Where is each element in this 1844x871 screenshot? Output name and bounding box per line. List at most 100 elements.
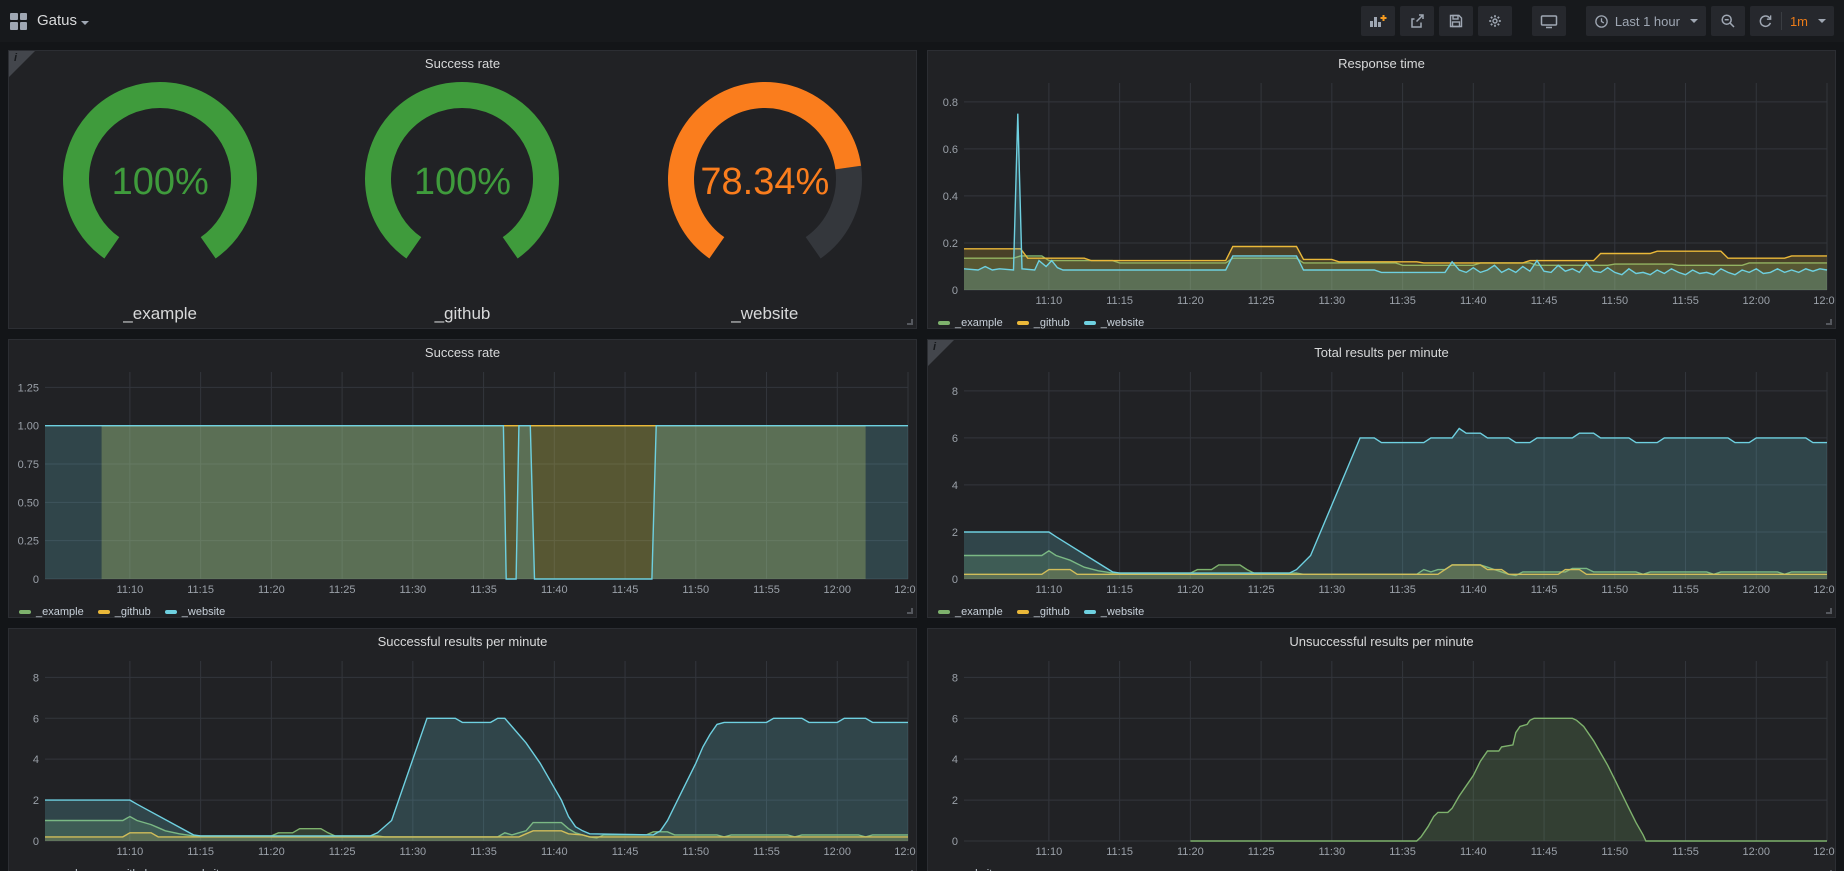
svg-text:12:00: 12:00 bbox=[823, 846, 851, 858]
svg-text:1.00: 1.00 bbox=[18, 421, 39, 433]
gear-icon bbox=[1487, 13, 1503, 29]
svg-text:0: 0 bbox=[33, 836, 39, 848]
legend-item[interactable]: _website bbox=[1084, 317, 1144, 329]
info-icon[interactable]: i bbox=[14, 52, 17, 64]
svg-text:12:00: 12:00 bbox=[1742, 584, 1770, 596]
legend-item[interactable]: _website bbox=[165, 606, 225, 618]
panel-title[interactable]: Successful results per minute bbox=[9, 629, 916, 653]
info-icon[interactable]: i bbox=[933, 341, 936, 353]
legend-item[interactable]: _example bbox=[19, 606, 84, 618]
clock-icon bbox=[1594, 14, 1609, 29]
svg-text:11:20: 11:20 bbox=[1177, 584, 1204, 596]
svg-text:4: 4 bbox=[33, 754, 39, 766]
svg-text:11:20: 11:20 bbox=[1177, 846, 1204, 858]
svg-text:11:45: 11:45 bbox=[1531, 295, 1558, 307]
save-icon bbox=[1448, 13, 1464, 29]
svg-text:0: 0 bbox=[33, 574, 39, 586]
svg-text:11:55: 11:55 bbox=[1672, 295, 1699, 307]
svg-text:12:05: 12:05 bbox=[1813, 295, 1835, 307]
svg-text:12:05: 12:05 bbox=[1813, 846, 1835, 858]
svg-text:11:35: 11:35 bbox=[1389, 584, 1416, 596]
svg-text:11:55: 11:55 bbox=[753, 584, 780, 596]
panel-title[interactable]: Success rate bbox=[9, 51, 916, 75]
svg-text:11:10: 11:10 bbox=[1036, 584, 1063, 596]
svg-text:11:50: 11:50 bbox=[682, 846, 709, 858]
svg-text:2: 2 bbox=[33, 795, 39, 807]
add-panel-button[interactable] bbox=[1361, 6, 1395, 36]
svg-text:11:35: 11:35 bbox=[470, 846, 497, 858]
svg-text:11:30: 11:30 bbox=[399, 584, 426, 596]
add-panel-icon bbox=[1369, 13, 1387, 29]
svg-text:0.6: 0.6 bbox=[943, 144, 958, 156]
svg-text:11:35: 11:35 bbox=[1389, 846, 1416, 858]
panel-title[interactable]: Unsuccessful results per minute bbox=[928, 629, 1835, 653]
chart-legend: _example _github _website bbox=[928, 313, 1835, 333]
success-rate-chart[interactable]: 11:1011:1511:2011:2511:3011:3511:4011:45… bbox=[9, 364, 916, 602]
refresh-icon bbox=[1758, 14, 1773, 29]
gauge-github: 100% _github bbox=[311, 75, 613, 328]
svg-text:11:30: 11:30 bbox=[1318, 846, 1345, 858]
unsuccessful-results-chart[interactable]: 11:1011:1511:2011:2511:3011:3511:4011:45… bbox=[928, 653, 1835, 864]
legend-swatch bbox=[938, 610, 950, 614]
legend-item[interactable]: _example bbox=[938, 606, 1003, 618]
svg-text:11:50: 11:50 bbox=[1601, 846, 1628, 858]
legend-swatch bbox=[1017, 610, 1029, 614]
legend-item[interactable]: _example bbox=[938, 317, 1003, 329]
save-button[interactable] bbox=[1439, 6, 1473, 36]
zoom-out-button[interactable] bbox=[1711, 6, 1745, 36]
zoom-out-icon bbox=[1720, 13, 1736, 29]
panel-resize-handle[interactable] bbox=[1826, 319, 1832, 325]
legend-swatch bbox=[1017, 321, 1029, 325]
gauge-website: 78.34% _website bbox=[614, 75, 916, 328]
navbar: Gatus bbox=[0, 0, 1844, 42]
chevron-down-icon bbox=[1818, 19, 1826, 23]
panel-info-corner[interactable] bbox=[9, 51, 35, 77]
svg-text:11:15: 11:15 bbox=[187, 584, 214, 596]
response-time-chart[interactable]: 11:1011:1511:2011:2511:3011:3511:4011:45… bbox=[928, 75, 1835, 313]
time-range-button[interactable]: Last 1 hour bbox=[1586, 6, 1706, 36]
svg-text:6: 6 bbox=[952, 433, 958, 445]
svg-text:11:25: 11:25 bbox=[1248, 295, 1275, 307]
panel-success-rate-gauges: i Success rate 100% _example 100% _githu… bbox=[8, 50, 917, 329]
legend-item[interactable]: _github bbox=[1017, 606, 1070, 618]
legend-item[interactable]: _website bbox=[1084, 606, 1144, 618]
successful-results-chart[interactable]: 11:1011:1511:2011:2511:3011:3511:4011:45… bbox=[9, 653, 916, 864]
panel-resize-handle[interactable] bbox=[1826, 608, 1832, 614]
svg-text:12:00: 12:00 bbox=[1742, 846, 1770, 858]
cycle-view-button[interactable] bbox=[1532, 6, 1566, 36]
total-results-chart[interactable]: 11:1011:1511:2011:2511:3011:3511:4011:45… bbox=[928, 364, 1835, 602]
apps-grid-icon[interactable] bbox=[10, 13, 27, 30]
panel-title[interactable]: Total results per minute bbox=[928, 340, 1835, 364]
svg-text:11:20: 11:20 bbox=[1177, 295, 1204, 307]
time-range-label: Last 1 hour bbox=[1615, 14, 1680, 29]
svg-text:11:50: 11:50 bbox=[1601, 295, 1628, 307]
svg-text:11:10: 11:10 bbox=[1036, 846, 1063, 858]
svg-text:0.4: 0.4 bbox=[943, 191, 958, 203]
svg-text:12:00: 12:00 bbox=[1742, 295, 1770, 307]
settings-button[interactable] bbox=[1478, 6, 1512, 36]
chart-legend: _example _github _website bbox=[928, 602, 1835, 622]
panel-successful-results: Successful results per minute 11:1011:15… bbox=[8, 628, 917, 871]
dashboard-title-dropdown[interactable]: Gatus bbox=[37, 12, 89, 30]
panel-unsuccessful-results: Unsuccessful results per minute 11:10 11:… bbox=[927, 628, 1836, 871]
svg-text:11:50: 11:50 bbox=[682, 584, 709, 596]
svg-text:8: 8 bbox=[952, 386, 958, 398]
panel-title[interactable]: Response time bbox=[928, 51, 1835, 75]
legend-swatch bbox=[1084, 321, 1096, 325]
legend-item[interactable]: _github bbox=[1017, 317, 1070, 329]
svg-text:11:30: 11:30 bbox=[399, 846, 426, 858]
svg-text:0.8: 0.8 bbox=[943, 97, 958, 109]
panel-info-corner[interactable] bbox=[928, 340, 954, 366]
svg-text:11:40: 11:40 bbox=[1460, 584, 1487, 596]
legend-item[interactable]: _github bbox=[98, 606, 151, 618]
legend-swatch bbox=[98, 610, 110, 614]
panel-resize-handle[interactable] bbox=[907, 319, 913, 325]
svg-text:0.25: 0.25 bbox=[18, 536, 39, 548]
panel-response-time: Response time 11:1011:1511:2011:2511:301… bbox=[927, 50, 1836, 329]
legend-swatch bbox=[938, 321, 950, 325]
share-button[interactable] bbox=[1400, 6, 1434, 36]
panel-resize-handle[interactable] bbox=[907, 608, 913, 614]
refresh-button-group[interactable]: 1m bbox=[1750, 6, 1834, 36]
dashboard-grid: i Success rate 100% _example 100% _githu… bbox=[0, 42, 1844, 871]
panel-title[interactable]: Success rate bbox=[9, 340, 916, 364]
